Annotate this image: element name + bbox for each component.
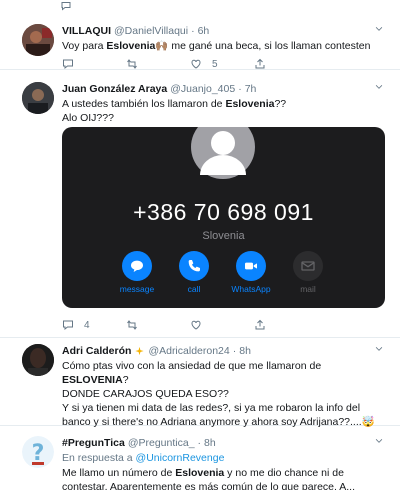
author-handle[interactable]: @Juanjo_405 bbox=[170, 83, 235, 95]
reply-icon bbox=[63, 59, 73, 70]
share-icon bbox=[255, 319, 265, 330]
avatar[interactable]: ? bbox=[22, 436, 54, 468]
tweet-text: Cómo ptas vivo con la ansiedad de que me… bbox=[62, 360, 375, 428]
avatar[interactable] bbox=[22, 24, 54, 56]
phone-country: Slovenia bbox=[202, 230, 245, 242]
tweet-adri[interactable]: Adri Calderón @Adricalderon24 · 8h Cómo … bbox=[0, 338, 400, 428]
reply-button[interactable] bbox=[62, 58, 126, 70]
reply-to-link[interactable]: @UnicornRevenge bbox=[136, 452, 225, 464]
author-handle[interactable]: @Adricalderon24 bbox=[148, 345, 229, 357]
contact-avatar-icon bbox=[191, 127, 255, 179]
tweet-time[interactable]: 7h bbox=[245, 83, 257, 95]
reply-button[interactable]: 4 bbox=[62, 319, 126, 331]
sparkles-icon bbox=[135, 346, 145, 355]
chevron-down-icon[interactable] bbox=[374, 24, 384, 34]
tweet-text: Voy para Eslovenia🙌🏽 me gané una beca, s… bbox=[62, 40, 371, 52]
share-button[interactable] bbox=[254, 319, 318, 331]
phone-icon bbox=[188, 260, 200, 272]
call-action: call bbox=[171, 251, 217, 294]
tweet-text: Me llamo un número de Eslovenia y no me … bbox=[62, 467, 356, 490]
tweet-juan[interactable]: Juan González Araya @Juanjo_405 · 7h A u… bbox=[0, 70, 400, 338]
heart-icon bbox=[191, 59, 201, 69]
message-action: message bbox=[114, 251, 160, 294]
retweet-icon bbox=[127, 320, 137, 330]
author-handle[interactable]: @DanielVillaqui bbox=[114, 25, 188, 37]
mail-action: mail bbox=[285, 251, 331, 294]
video-icon bbox=[245, 262, 257, 270]
retweet-icon bbox=[127, 59, 137, 69]
previous-tweet-actions bbox=[60, 0, 400, 12]
author-name[interactable]: VILLAQUI bbox=[62, 25, 111, 37]
tweet-time[interactable]: 6h bbox=[198, 25, 210, 37]
tweet-image-phone-screenshot[interactable]: +386 70 698 091 Slovenia message call Wh… bbox=[62, 127, 385, 308]
author-handle[interactable]: @Preguntica_ bbox=[128, 437, 195, 449]
reply-count: 4 bbox=[84, 319, 90, 331]
whatsapp-action: WhatsApp bbox=[228, 251, 274, 294]
author-name[interactable]: Juan González Araya bbox=[62, 83, 167, 95]
chevron-down-icon[interactable] bbox=[374, 436, 384, 446]
chevron-down-icon[interactable] bbox=[374, 344, 384, 354]
tweet-preguntica[interactable]: ? #PregunTica @Preguntica_ · 8h En respu… bbox=[0, 426, 400, 490]
like-button[interactable] bbox=[190, 319, 254, 331]
phone-number: +386 70 698 091 bbox=[133, 199, 314, 225]
chevron-down-icon[interactable] bbox=[374, 82, 384, 92]
like-count: 5 bbox=[212, 58, 218, 70]
reply-context: En respuesta a @UnicornRevenge bbox=[62, 452, 225, 464]
reply-icon bbox=[63, 320, 73, 331]
timeline-feed: VILLAQUI @DanielVillaqui · 6h Voy para E… bbox=[0, 0, 400, 490]
message-icon bbox=[131, 260, 143, 272]
retweet-button[interactable] bbox=[126, 319, 190, 331]
tweet-villaqui[interactable]: VILLAQUI @DanielVillaqui · 6h Voy para E… bbox=[0, 12, 400, 70]
heart-icon bbox=[191, 320, 201, 330]
share-button[interactable] bbox=[254, 58, 318, 70]
reply-button[interactable] bbox=[60, 0, 124, 12]
author-name[interactable]: Adri Calderón bbox=[62, 345, 131, 357]
tweet-time[interactable]: 8h bbox=[204, 437, 216, 449]
reply-icon bbox=[61, 2, 71, 11]
author-name[interactable]: #PregunTica bbox=[62, 437, 125, 449]
tweet-text: A ustedes también los llamaron de Eslove… bbox=[62, 98, 287, 124]
avatar[interactable] bbox=[22, 344, 54, 376]
like-button[interactable]: 5 bbox=[190, 58, 254, 70]
mail-icon bbox=[301, 261, 315, 271]
avatar[interactable] bbox=[22, 82, 54, 114]
share-icon bbox=[255, 58, 265, 69]
tweet-time[interactable]: 8h bbox=[239, 345, 251, 357]
retweet-button[interactable] bbox=[126, 58, 190, 70]
